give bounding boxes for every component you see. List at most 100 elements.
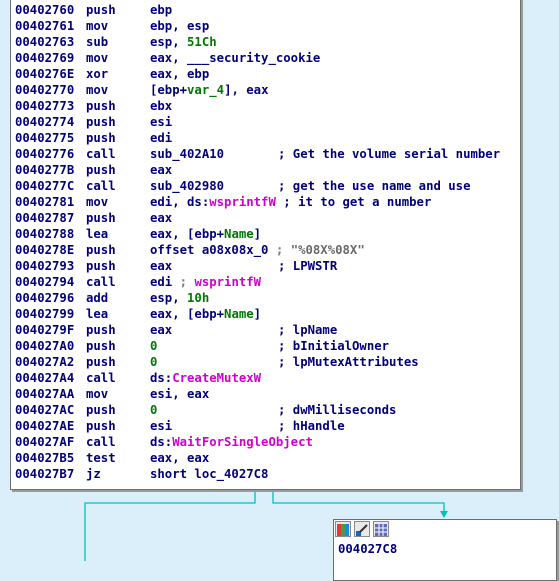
instruction-mnemonic: xor (86, 67, 109, 81)
instruction-address: 00402793 (15, 259, 75, 273)
operand-token[interactable]: esi, eax (150, 387, 209, 401)
operand-token[interactable]: ebx (150, 99, 172, 113)
operand-token[interactable]: 51Ch (187, 35, 217, 49)
instruction-address: 004027AF (15, 435, 75, 449)
instruction-mnemonic: push (86, 99, 116, 113)
instruction-comment: ; hHandle (278, 419, 345, 433)
target-node-label: 004027C8 (338, 542, 398, 556)
instruction-address: 00402769 (15, 51, 75, 65)
operand-token[interactable]: ; it to get a number (276, 195, 431, 209)
instruction-mnemonic: push (86, 355, 116, 369)
operand-token[interactable]: edi (150, 275, 172, 289)
node-toolbar (335, 521, 389, 539)
operand-token[interactable]: eax, ___security_cookie (150, 51, 320, 65)
instruction-mnemonic: push (86, 339, 116, 353)
instruction-address: 0040278E (15, 243, 75, 257)
instruction-address: 004027A0 (15, 339, 75, 353)
operand-token[interactable]: CreateMutexW (172, 371, 261, 385)
operand-token[interactable]: 0 (150, 339, 157, 353)
operand-token[interactable]: ] (254, 227, 261, 241)
operand-token[interactable]: ; (268, 243, 290, 257)
operand-token[interactable]: esp, (150, 291, 187, 305)
instruction-address: 00402787 (15, 211, 75, 225)
operand-token[interactable]: esp, (150, 35, 187, 49)
instruction-mnemonic: push (86, 403, 116, 417)
operand-token[interactable]: eax, [ebp+ (150, 227, 224, 241)
instruction-mnemonic: push (86, 419, 116, 433)
instruction-operand: 0 (150, 338, 157, 354)
instruction-comment: ; bInitialOwner (278, 339, 390, 353)
operand-token[interactable]: wsprintfW (209, 195, 276, 209)
instruction-mnemonic: push (86, 323, 116, 337)
instruction-mnemonic: push (86, 163, 116, 177)
basic-block-node[interactable]: 00402760 push ebp 00402761 mov ebp, esp 004027… (10, 0, 521, 490)
instruction-mnemonic: push (86, 115, 116, 129)
instruction-comment: ; lpName (278, 323, 338, 337)
instruction-address: 00402799 (15, 307, 75, 321)
false-branch-edge[interactable] (84, 489, 256, 561)
operand-token[interactable]: eax (150, 211, 172, 225)
operand-token[interactable]: eax, ebp (150, 67, 209, 81)
operand-token[interactable]: edi (150, 131, 172, 145)
instruction-operand: eax (150, 162, 172, 178)
instruction-operand: ebp, esp (150, 18, 209, 34)
operand-token[interactable]: WaitForSingleObject (172, 435, 313, 449)
operand-token[interactable]: ds: (150, 435, 172, 449)
operand-token[interactable]: Name (224, 227, 254, 241)
instruction-operand: eax, eax (150, 450, 209, 466)
true-branch-edge[interactable] (272, 489, 445, 512)
instruction-operand: eax, [ebp+Name] (150, 226, 261, 242)
instruction-mnemonic: call (86, 275, 116, 289)
grid-icon[interactable] (373, 521, 389, 537)
operand-token[interactable]: eax (150, 259, 172, 273)
instruction-operand: offset a08x08x_0 ; "%08X%08X" (150, 242, 365, 258)
operand-token[interactable]: ebp, esp (150, 19, 209, 33)
instruction-operand: eax (150, 210, 172, 226)
operand-token[interactable]: 0 (150, 355, 157, 369)
operand-token[interactable]: esi (150, 419, 172, 433)
operand-token[interactable]: eax (150, 323, 172, 337)
operand-token[interactable]: edi, ds: (150, 195, 209, 209)
operand-token[interactable]: 10h (187, 291, 209, 305)
operand-token[interactable]: ], eax (224, 83, 268, 97)
operand-token[interactable]: ebp (150, 3, 172, 17)
operand-token[interactable]: 0 (150, 403, 157, 417)
operand-token[interactable]: ds: (150, 371, 172, 385)
operand-token[interactable]: ] (254, 307, 261, 321)
operand-token[interactable]: eax, [ebp+ (150, 307, 224, 321)
edit-graph-icon[interactable] (354, 521, 370, 537)
operand-token[interactable]: offset a08x08x_0 (150, 243, 268, 257)
operand-token[interactable]: [ebp+ (150, 83, 187, 97)
instruction-operand: edi (150, 130, 172, 146)
instruction-operand: ds:WaitForSingleObject (150, 434, 313, 450)
instruction-mnemonic: mov (86, 19, 109, 33)
instruction-mnemonic: call (86, 147, 116, 161)
operand-token[interactable]: Name (224, 307, 254, 321)
instruction-mnemonic: jz (86, 467, 101, 481)
instruction-address: 00402775 (15, 131, 75, 145)
instruction-operand: edi, ds:wsprintfW ; it to get a number (150, 194, 431, 210)
instruction-address: 004027AE (15, 419, 75, 433)
instruction-address: 004027B7 (15, 467, 75, 481)
instruction-mnemonic: lea (86, 307, 109, 321)
operand-token[interactable]: ; (172, 275, 194, 289)
instruction-operand: esi, eax (150, 386, 209, 402)
operand-token[interactable]: eax (150, 163, 172, 177)
palette-icon[interactable] (335, 521, 351, 537)
instruction-address: 00402760 (15, 3, 75, 17)
target-block-node[interactable]: 004027C8 (333, 519, 557, 581)
operand-token[interactable]: wsprintfW (194, 275, 261, 289)
operand-token[interactable]: var_4 (187, 83, 224, 97)
operand-token[interactable]: sub_402A10 (150, 147, 224, 161)
instruction-comment: ; get the use name and use (278, 179, 471, 193)
operand-token[interactable]: "%08X%08X" (291, 243, 365, 257)
instruction-comment: ; dwMilliseconds (278, 403, 397, 417)
operand-token[interactable]: short loc_4027C8 (150, 467, 268, 481)
operand-token[interactable]: sub_402980 (150, 179, 224, 193)
instruction-operand: eax, ___security_cookie (150, 50, 320, 66)
operand-token[interactable]: esi (150, 115, 172, 129)
operand-token[interactable]: eax, eax (150, 451, 209, 465)
instruction-address: 00402776 (15, 147, 75, 161)
instruction-address: 0040276E (15, 67, 75, 81)
instruction-operand: eax, ebp (150, 66, 209, 82)
